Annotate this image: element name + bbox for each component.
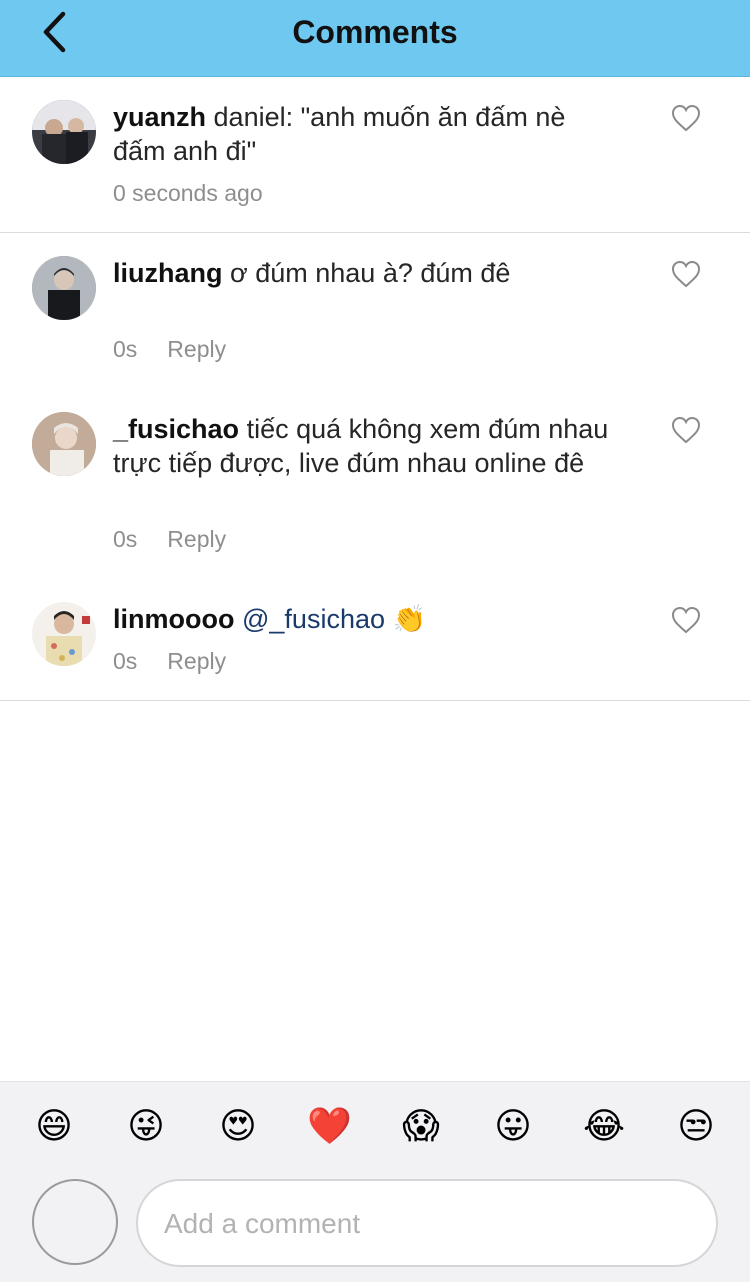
comment-body: _fusichao tiếc quá không xem đúm nhau tr…	[113, 412, 623, 480]
comment-timestamp: 0s	[113, 336, 138, 362]
heart-icon	[671, 104, 701, 132]
current-user-avatar	[32, 1179, 118, 1265]
emoji-screaming-button[interactable]: 😱	[399, 1104, 443, 1148]
emoji-heart-eyes-button[interactable]: 😍	[216, 1104, 260, 1148]
divider	[0, 700, 750, 701]
comment-meta: 0 seconds ago	[113, 180, 263, 207]
comment-mention[interactable]: @_fusichao	[242, 604, 385, 634]
emoji-tongue-button[interactable]: 😛	[491, 1104, 535, 1148]
comment-timestamp: 0s	[113, 648, 138, 674]
comment-body: linmoooo @_fusichao 👏	[113, 602, 623, 636]
comments-screen: Comments yuanzh daniel: "anh muốn ăn đấm…	[0, 0, 750, 1282]
like-button[interactable]	[671, 104, 701, 132]
like-button[interactable]	[671, 416, 701, 444]
heart-icon	[671, 416, 701, 444]
comment-timestamp: 0 seconds ago	[113, 180, 263, 206]
comment-username[interactable]: yuanzh	[113, 102, 206, 132]
reply-button[interactable]: Reply	[167, 648, 226, 674]
comment-meta: 0s Reply	[113, 648, 226, 675]
emoji-quick-bar: 😄 😜 😍 ❤️ 😱 😛 😂 😒	[0, 1104, 750, 1154]
avatar[interactable]	[32, 412, 96, 476]
heart-icon	[671, 606, 701, 634]
comment-username[interactable]: liuzhang	[113, 258, 223, 288]
comment-body: liuzhang ơ đúm nhau à? đúm đê	[113, 256, 623, 290]
composer-area: 😄 😜 😍 ❤️ 😱 😛 😂 😒	[0, 1081, 750, 1282]
header-bar: Comments	[0, 0, 750, 77]
emoji-unamused-button[interactable]: 😒	[674, 1104, 718, 1148]
avatar[interactable]	[32, 256, 96, 320]
comment-meta: 0s Reply	[113, 336, 226, 363]
avatar[interactable]	[32, 100, 96, 164]
comment-body: yuanzh daniel: "anh muốn ăn đấm nè đấm a…	[113, 100, 623, 168]
emoji-winking-tongue-button[interactable]: 😜	[124, 1104, 168, 1148]
emoji-red-heart-button[interactable]: ❤️	[307, 1104, 352, 1148]
comment-text: 👏	[392, 604, 427, 634]
reply-button[interactable]: Reply	[167, 526, 226, 552]
emoji-grinning-button[interactable]: 😄	[32, 1104, 76, 1148]
heart-icon	[671, 260, 701, 288]
comment-text: ơ đúm nhau à? đúm đê	[230, 258, 511, 288]
comment-username[interactable]: _fusichao	[113, 414, 239, 444]
avatar[interactable]	[32, 602, 96, 666]
comment-timestamp: 0s	[113, 526, 138, 552]
like-button[interactable]	[671, 260, 701, 288]
page-title: Comments	[292, 14, 458, 50]
comment-input[interactable]	[162, 1197, 686, 1251]
comment-meta: 0s Reply	[113, 526, 226, 553]
comment-username[interactable]: linmoooo	[113, 604, 234, 634]
comment-input-wrapper	[136, 1179, 718, 1267]
emoji-joy-button[interactable]: 😂	[582, 1104, 626, 1148]
like-button[interactable]	[671, 606, 701, 634]
reply-button[interactable]: Reply	[167, 336, 226, 362]
divider	[0, 232, 750, 233]
